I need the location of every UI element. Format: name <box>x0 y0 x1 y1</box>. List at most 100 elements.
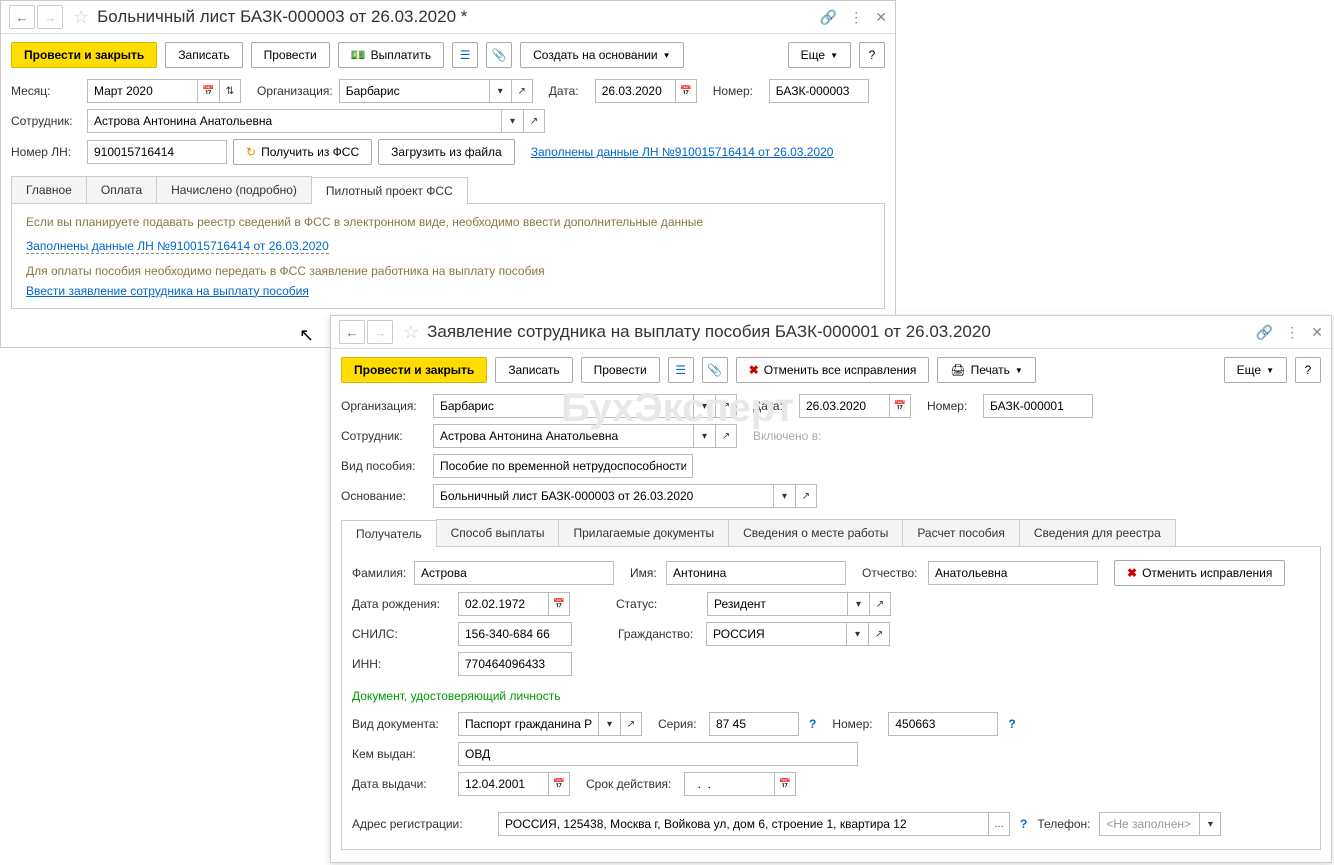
basis-input[interactable] <box>433 484 773 508</box>
print-button[interactable]: Печать ▼ <box>937 357 1035 383</box>
phone-input[interactable] <box>1099 812 1199 836</box>
org-input[interactable] <box>339 79 489 103</box>
forward-button[interactable]: → <box>367 320 393 344</box>
tab-registry[interactable]: Сведения для реестра <box>1019 519 1176 546</box>
open-icon[interactable]: ↗ <box>523 109 545 133</box>
date-input[interactable] <box>799 394 889 418</box>
more-button[interactable]: Еще ▼ <box>788 42 851 68</box>
help-button[interactable]: ? <box>1295 357 1321 383</box>
birthdate-input[interactable] <box>458 592 548 616</box>
patronymic-input[interactable] <box>928 561 1098 585</box>
benefit-type-input[interactable] <box>433 454 693 478</box>
tab-calc[interactable]: Расчет пособия <box>902 519 1020 546</box>
favorite-icon[interactable]: ☆ <box>73 7 89 28</box>
write-button[interactable]: Записать <box>495 357 572 383</box>
calendar-icon[interactable]: 📅 <box>774 772 796 796</box>
list-button[interactable]: ☰ <box>452 42 478 68</box>
post-button[interactable]: Провести <box>251 42 330 68</box>
calendar-icon[interactable]: 📅 <box>548 592 570 616</box>
tab-recipient[interactable]: Получатель <box>341 520 437 547</box>
dropdown-icon[interactable]: ▾ <box>693 424 715 448</box>
lastname-input[interactable] <box>414 561 614 585</box>
open-icon[interactable]: ↗ <box>715 424 737 448</box>
forward-button[interactable]: → <box>37 5 63 29</box>
open-icon[interactable]: ↗ <box>795 484 817 508</box>
help-icon[interactable]: ? <box>1020 817 1027 831</box>
dropdown-icon[interactable]: ▾ <box>1199 812 1221 836</box>
ln-data-link[interactable]: Заполнены данные ЛН №910015716414 от 26.… <box>26 239 329 254</box>
attach-button[interactable]: 📎 <box>486 42 512 68</box>
calendar-icon[interactable]: 📅 <box>675 79 697 103</box>
list-button[interactable]: ☰ <box>668 357 694 383</box>
dropdown-icon[interactable]: ▾ <box>773 484 795 508</box>
dropdown-icon[interactable]: ▾ <box>846 622 868 646</box>
tab-accrued[interactable]: Начислено (подробно) <box>156 176 312 203</box>
citizenship-input[interactable] <box>706 622 846 646</box>
close-icon[interactable]: ✕ <box>1311 324 1323 341</box>
calendar-icon[interactable]: 📅 <box>889 394 911 418</box>
cancel-fix-button[interactable]: ✖Отменить все исправления <box>736 357 930 383</box>
post-close-button[interactable]: Провести и закрыть <box>341 357 487 383</box>
month-input[interactable] <box>87 79 197 103</box>
create-based-button[interactable]: Создать на основании ▼ <box>520 42 683 68</box>
help-button[interactable]: ? <box>859 42 885 68</box>
docnum-input[interactable] <box>888 712 998 736</box>
open-icon[interactable]: ↗ <box>620 712 642 736</box>
issued-input[interactable] <box>458 742 858 766</box>
dropdown-icon[interactable]: ▾ <box>489 79 511 103</box>
write-button[interactable]: Записать <box>165 42 242 68</box>
tab-workplace[interactable]: Сведения о месте работы <box>728 519 903 546</box>
updown-icon[interactable]: ⇅ <box>219 79 241 103</box>
calendar-icon[interactable]: 📅 <box>197 79 219 103</box>
dropdown-icon[interactable]: ▾ <box>693 394 715 418</box>
inn-input[interactable] <box>458 652 572 676</box>
close-icon[interactable]: ✕ <box>875 9 887 26</box>
tab-pay-method[interactable]: Способ выплаты <box>436 519 560 546</box>
firstname-input[interactable] <box>666 561 846 585</box>
issue-date-input[interactable] <box>458 772 548 796</box>
menu-icon[interactable]: ⋮ <box>1285 324 1299 341</box>
open-icon[interactable]: ↗ <box>715 394 737 418</box>
tab-pilot[interactable]: Пилотный проект ФСС <box>311 177 468 204</box>
help-icon[interactable]: ? <box>1008 717 1015 731</box>
back-button[interactable]: ← <box>339 320 365 344</box>
employee-input[interactable] <box>433 424 693 448</box>
snils-input[interactable] <box>458 622 572 646</box>
attach-button[interactable]: 📎 <box>702 357 728 383</box>
favorite-icon[interactable]: ☆ <box>403 322 419 343</box>
create-application-link[interactable]: Ввести заявление сотрудника на выплату п… <box>26 284 309 298</box>
tab-main[interactable]: Главное <box>11 176 87 203</box>
open-icon[interactable]: ↗ <box>511 79 533 103</box>
org-input[interactable] <box>433 394 693 418</box>
help-icon[interactable]: ? <box>809 717 816 731</box>
number-input[interactable] <box>769 79 869 103</box>
cancel-fix-button[interactable]: ✖Отменить исправления <box>1114 560 1285 586</box>
post-button[interactable]: Провести <box>581 357 660 383</box>
menu-icon[interactable]: ⋮ <box>849 9 863 26</box>
dropdown-icon[interactable]: ▾ <box>598 712 620 736</box>
back-button[interactable]: ← <box>9 5 35 29</box>
expiry-input[interactable] <box>684 772 774 796</box>
more-button[interactable]: Еще ▼ <box>1224 357 1287 383</box>
get-fss-button[interactable]: ↻Получить из ФСС <box>233 139 372 165</box>
open-icon[interactable]: ↗ <box>869 592 891 616</box>
link-icon[interactable]: 🔗 <box>1256 324 1273 341</box>
dropdown-icon[interactable]: ▾ <box>847 592 869 616</box>
load-file-button[interactable]: Загрузить из файла <box>378 139 515 165</box>
tab-docs[interactable]: Прилагаемые документы <box>558 519 729 546</box>
dropdown-icon[interactable]: ▾ <box>501 109 523 133</box>
pay-button[interactable]: 💵Выплатить <box>338 42 444 68</box>
status-input[interactable] <box>707 592 847 616</box>
open-icon[interactable]: ↗ <box>868 622 890 646</box>
employee-input[interactable] <box>87 109 501 133</box>
ellipsis-icon[interactable]: … <box>988 812 1010 836</box>
series-input[interactable] <box>709 712 799 736</box>
number-input[interactable] <box>983 394 1093 418</box>
address-input[interactable] <box>498 812 988 836</box>
link-icon[interactable]: 🔗 <box>820 9 837 26</box>
ln-input[interactable] <box>87 140 227 164</box>
date-input[interactable] <box>595 79 675 103</box>
calendar-icon[interactable]: 📅 <box>548 772 570 796</box>
ln-status-link[interactable]: Заполнены данные ЛН №910015716414 от 26.… <box>531 145 834 159</box>
doctype-input[interactable] <box>458 712 598 736</box>
